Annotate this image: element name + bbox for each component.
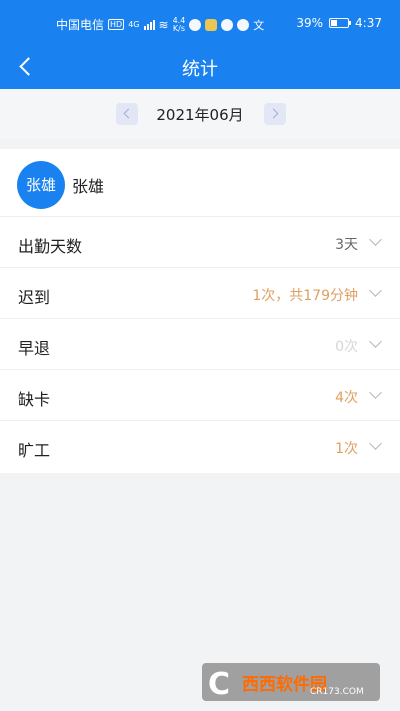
avatar: 张雄 [17,161,65,209]
status-bar: 中国电信 HD 4G ≋ 4.4 K/s 文 39% 4:37 [0,0,400,44]
stat-row-absence[interactable]: 旷工 1次 [0,421,400,472]
carrier-text: 中国电信 [56,18,105,32]
watermark-subtext: CR173.COM [310,687,364,697]
stat-value: 1次，共179分钟 [252,288,358,304]
stat-row-leave-early[interactable]: 早退 0次 [0,319,400,370]
chevron-down-icon[interactable] [370,337,380,347]
stat-label: 旷工 [18,441,51,460]
maps-icon [221,18,234,31]
app-notification-icon [205,18,218,31]
next-month-button[interactable] [264,103,286,125]
stat-label: 早退 [18,339,51,358]
stat-row-missing-punch[interactable]: 缺卡 4次 [0,370,400,421]
stat-value: 4次 [335,390,358,406]
stat-row-late[interactable]: 迟到 1次，共179分钟 [0,268,400,319]
user-row: 张雄 张雄 [0,149,400,217]
wifi-icon: ≋ [158,17,169,32]
stats-panel: 张雄 张雄 出勤天数 3天 迟到 1次，共179分钟 早退 0次 缺卡 4次 旷… [0,149,400,473]
stat-label: 迟到 [18,288,51,307]
stat-row-attendance-days[interactable]: 出勤天数 3天 [0,217,400,268]
watermark-logo: C 西西软件园 CR173.COM [202,663,380,702]
month-label[interactable]: 2021年06月 [0,104,400,125]
battery-percent: 39% [296,16,324,30]
watermark-c-icon: C [208,667,231,702]
network-speed: 4.4 K/s [172,16,186,33]
page-title: 统计 [182,59,218,80]
battery-icon [329,18,352,28]
chevron-down-icon[interactable] [370,235,380,245]
stat-label: 缺卡 [18,390,51,409]
chevron-down-icon[interactable] [370,286,380,296]
stat-value: 1次 [335,441,358,457]
status-time: 4:37 [355,16,382,30]
chevron-down-icon[interactable] [370,388,380,398]
stat-label: 出勤天数 [18,237,83,256]
status-left: 中国电信 HD 4G ≋ 4.4 K/s 文 [56,16,264,33]
status-right: 39% 4:37 [296,16,382,30]
signal-icon [143,19,155,30]
user-name: 张雄 [72,177,105,196]
chevron-down-icon[interactable] [370,439,380,449]
network-type: 4G [128,20,140,29]
month-selector: 2021年06月 [0,89,400,139]
hd-badge: HD [108,19,125,30]
navigation-bar: 统计 [0,44,400,89]
app-header: 中国电信 HD 4G ≋ 4.4 K/s 文 39% 4:37 统计 [0,0,400,89]
stat-value: 0次 [335,339,358,355]
wechat-icon [237,18,250,31]
stat-value: 3天 [335,237,358,253]
message-icon [189,18,202,31]
input-method-icon: 文 [253,18,265,32]
speed-unit: K/s [172,23,185,33]
